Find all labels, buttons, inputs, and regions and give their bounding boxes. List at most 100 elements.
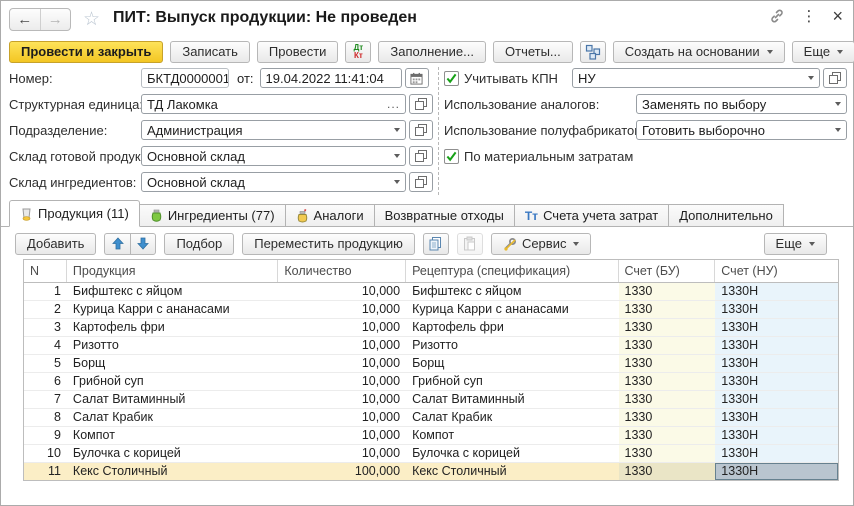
create-based-on-button[interactable]: Создать на основании (613, 41, 785, 63)
cell-row-number[interactable]: 2 (24, 301, 67, 319)
cell-recipe[interactable]: Салат Витаминный (406, 391, 618, 409)
chevron-down-icon[interactable] (394, 128, 400, 132)
cell-account-bu[interactable]: 1330 (619, 391, 716, 409)
open-department-button[interactable] (409, 120, 433, 140)
tab-return-waste[interactable]: Возвратные отходы (375, 204, 515, 227)
open-structural-unit-button[interactable] (409, 94, 433, 114)
move-products-button[interactable]: Переместить продукцию (242, 233, 415, 255)
cell-quantity[interactable]: 10,000 (278, 391, 406, 409)
more-menu-icon[interactable]: ⋮ (801, 7, 816, 25)
post-and-close-button[interactable]: Провести и закрыть (9, 41, 163, 63)
cell-product[interactable]: Грибной суп (67, 373, 278, 391)
col-header-recipe[interactable]: Рецептура (спецификация) (406, 260, 618, 282)
cell-account-bu[interactable]: 1330 (619, 409, 716, 427)
cell-row-number[interactable]: 3 (24, 319, 67, 337)
chevron-down-icon[interactable] (394, 180, 400, 184)
table-row[interactable]: 6 Грибной суп 10,000 Грибной суп 1330 13… (23, 373, 839, 391)
cell-quantity[interactable]: 10,000 (278, 409, 406, 427)
cell-recipe[interactable]: Ризотто (406, 337, 618, 355)
close-icon[interactable]: × (832, 7, 843, 25)
service-menu-button[interactable]: Сервис (491, 233, 592, 255)
cell-quantity[interactable]: 10,000 (278, 283, 406, 301)
cell-product[interactable]: Салат Крабик (67, 409, 278, 427)
kpn-checkbox[interactable] (444, 71, 459, 86)
tab-products[interactable]: Продукция (11) (9, 200, 140, 227)
cell-account-nu[interactable]: 1330Н (715, 373, 838, 391)
more-actions-button[interactable]: Еще (792, 41, 854, 63)
kpn-field[interactable]: НУ (572, 68, 820, 88)
tab-analogs[interactable]: * Аналоги (286, 204, 375, 227)
table-row[interactable]: 4 Ризотто 10,000 Ризотто 1330 1330Н (23, 337, 839, 355)
cell-quantity[interactable]: 10,000 (278, 355, 406, 373)
pick-button[interactable]: Подбор (164, 233, 234, 255)
analogs-field[interactable]: Заменять по выбору (636, 94, 847, 114)
cell-account-nu[interactable]: 1330Н (715, 427, 838, 445)
table-row[interactable]: 11 Кекс Столичный 100,000 Кекс Столичный… (23, 463, 839, 481)
cell-product[interactable]: Картофель фри (67, 319, 278, 337)
number-field[interactable]: БКТД0000001 (141, 68, 229, 88)
table-row[interactable]: 1 Бифштекс с яйцом 10,000 Бифштекс с яйц… (23, 283, 839, 301)
fill-button[interactable]: Заполнение... (378, 41, 486, 63)
table-row[interactable]: 9 Компот 10,000 Компот 1330 1330Н (23, 427, 839, 445)
cell-account-nu[interactable]: 1330Н (715, 283, 838, 301)
cell-recipe[interactable]: Кекс Столичный (406, 463, 618, 481)
cell-account-nu[interactable]: 1330Н (715, 319, 838, 337)
cell-recipe[interactable]: Картофель фри (406, 319, 618, 337)
cell-recipe[interactable]: Борщ (406, 355, 618, 373)
open-fg-warehouse-button[interactable] (409, 146, 433, 166)
cell-row-number[interactable]: 11 (24, 463, 67, 481)
cell-account-bu[interactable]: 1330 (619, 283, 716, 301)
cell-product[interactable]: Бифштекс с яйцом (67, 283, 278, 301)
department-field[interactable]: Администрация (141, 120, 406, 140)
cell-quantity[interactable]: 100,000 (278, 463, 406, 481)
table-row[interactable]: 10 Булочка с корицей 10,000 Булочка с ко… (23, 445, 839, 463)
col-header-account-nu[interactable]: Счет (НУ) (715, 260, 838, 282)
cell-product[interactable]: Салат Витаминный (67, 391, 278, 409)
cell-account-bu[interactable]: 1330 (619, 427, 716, 445)
open-ing-warehouse-button[interactable] (409, 172, 433, 192)
chevron-down-icon[interactable] (835, 102, 841, 106)
save-button[interactable]: Записать (170, 41, 250, 63)
cell-account-nu[interactable]: 1330Н (715, 445, 838, 463)
cell-account-nu[interactable]: 1330Н (715, 391, 838, 409)
col-header-account-bu[interactable]: Счет (БУ) (619, 260, 716, 282)
tab-cost-accounts[interactable]: Тт Счета учета затрат (515, 204, 669, 227)
link-icon[interactable] (769, 8, 785, 24)
cell-account-bu[interactable]: 1330 (619, 445, 716, 463)
structural-unit-field[interactable]: ТД Лакомка... (141, 94, 406, 114)
cell-product[interactable]: Кекс Столичный (67, 463, 278, 481)
cell-quantity[interactable]: 10,000 (278, 445, 406, 463)
post-button[interactable]: Провести (257, 41, 339, 63)
reports-button[interactable]: Отчеты... (493, 41, 573, 63)
calendar-button[interactable] (405, 68, 429, 88)
cell-account-bu[interactable]: 1330 (619, 301, 716, 319)
move-down-button[interactable] (130, 233, 156, 255)
dtkt-postings-button[interactable]: ДтКт (345, 41, 371, 63)
cell-product[interactable]: Борщ (67, 355, 278, 373)
chevron-down-icon[interactable] (808, 76, 814, 80)
add-row-button[interactable]: Добавить (15, 233, 96, 255)
cell-quantity[interactable]: 10,000 (278, 427, 406, 445)
cell-product[interactable]: Ризотто (67, 337, 278, 355)
cell-product[interactable]: Курица Карри с ананасами (67, 301, 278, 319)
semifinished-field[interactable]: Готовить выборочно (636, 120, 847, 140)
fg-warehouse-field[interactable]: Основной склад (141, 146, 406, 166)
cell-quantity[interactable]: 10,000 (278, 301, 406, 319)
copy-button[interactable] (423, 233, 449, 255)
cell-product[interactable]: Булочка с корицей (67, 445, 278, 463)
cell-row-number[interactable]: 5 (24, 355, 67, 373)
choose-ellipsis-icon[interactable]: ... (387, 97, 400, 111)
table-row[interactable]: 2 Курица Карри с ананасами 10,000 Курица… (23, 301, 839, 319)
cell-row-number[interactable]: 1 (24, 283, 67, 301)
material-costs-checkbox[interactable] (444, 149, 459, 164)
col-header-qty[interactable]: Количество (278, 260, 406, 282)
cell-account-bu[interactable]: 1330 (619, 373, 716, 391)
cell-recipe[interactable]: Компот (406, 427, 618, 445)
cell-recipe[interactable]: Бифштекс с яйцом (406, 283, 618, 301)
table-row[interactable]: 8 Салат Крабик 10,000 Салат Крабик 1330 … (23, 409, 839, 427)
cell-quantity[interactable]: 10,000 (278, 337, 406, 355)
tab-ingredients[interactable]: Ингредиенты (77) (140, 204, 286, 227)
cell-product[interactable]: Компот (67, 427, 278, 445)
paste-button[interactable] (457, 233, 483, 255)
cell-row-number[interactable]: 10 (24, 445, 67, 463)
